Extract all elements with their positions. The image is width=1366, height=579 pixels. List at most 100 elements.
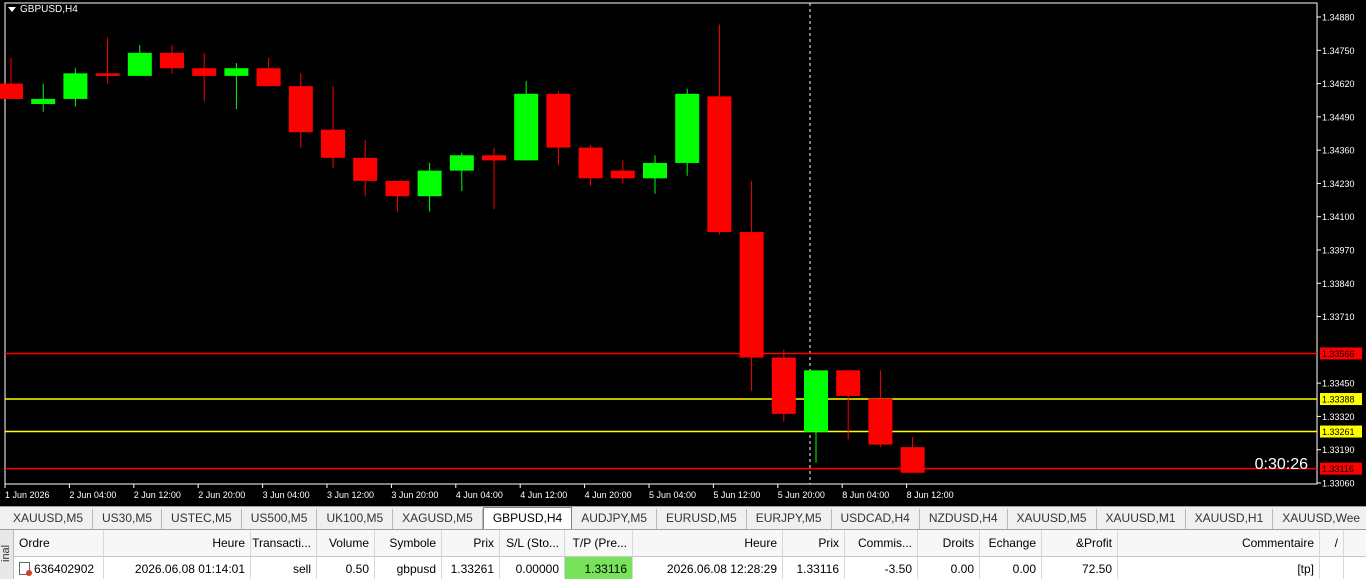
chart-tab-audjpy-m5[interactable]: AUDJPY,M5 <box>572 509 657 529</box>
candle-bull <box>127 52 152 76</box>
column-header[interactable]: Prix <box>442 530 500 556</box>
cell-value: [tp] <box>1297 561 1314 576</box>
x-tick-label: 3 Jun 12:00 <box>327 490 374 500</box>
x-tick-label: 4 Jun 12:00 <box>520 490 567 500</box>
table-cell: 2026.06.08 12:28:29 <box>633 557 783 579</box>
chart-tab-us30-m5[interactable]: US30,M5 <box>93 509 163 529</box>
candle-bear <box>192 68 217 76</box>
chart-tab-nzdusd-h4[interactable]: NZDUSD,H4 <box>920 509 1008 529</box>
y-tick-label: 1.34490 <box>1322 112 1355 122</box>
y-tick-label: 1.34620 <box>1322 79 1355 89</box>
candle-bear <box>482 155 506 161</box>
y-tick-label: 1.33190 <box>1322 445 1355 455</box>
y-tick-label: 1.34230 <box>1322 179 1355 189</box>
column-header[interactable]: Transacti... <box>251 530 317 556</box>
order-document-icon <box>19 562 32 576</box>
table-row[interactable]: 636402902 2026.06.08 01:14:01 sell 0.50 gbpu… <box>14 557 1366 579</box>
y-tick-label: 1.33450 <box>1322 379 1355 389</box>
cell-value: 0.50 <box>345 561 369 576</box>
candle-bear <box>288 86 313 133</box>
cell-value: 0.00 <box>950 561 974 576</box>
chart-tab-eurjpy-m5[interactable]: EURJPY,M5 <box>747 509 832 529</box>
cell-value: -3.50 <box>884 561 912 576</box>
column-header[interactable]: / <box>1320 530 1344 556</box>
x-tick-label: 3 Jun 04:00 <box>263 490 310 500</box>
candle-bear <box>578 147 603 179</box>
x-tick-label: 3 Jun 20:00 <box>391 490 438 500</box>
table-cell: 0.50 <box>317 557 375 579</box>
x-tick-label: 2 Jun 04:00 <box>69 490 116 500</box>
column-header[interactable]: Commis... <box>845 530 918 556</box>
y-tick-label: 1.34100 <box>1322 212 1355 222</box>
table-cell: sell <box>251 557 317 579</box>
table-header: Ordre Heure Transacti... Volume Symbole Prix S… <box>14 530 1366 557</box>
chart-tab-uk100-m5[interactable]: UK100,M5 <box>317 509 394 529</box>
x-tick-label: 4 Jun 04:00 <box>456 490 503 500</box>
y-tick-label: 1.34360 <box>1322 146 1355 156</box>
terminal-panel: inal Ordre Heure Transacti... Volume Symbole… <box>0 529 1366 579</box>
x-tick-label: 5 Jun 20:00 <box>778 490 825 500</box>
terminal-side-label[interactable]: inal <box>0 530 14 579</box>
chart-tab-usdcad-h4[interactable]: USDCAD,H4 <box>832 509 920 529</box>
cell-value: sell <box>292 561 311 576</box>
column-header[interactable]: Commentaire <box>1118 530 1320 556</box>
column-header[interactable]: Symbole <box>375 530 442 556</box>
chart-tab-xauusd-m5[interactable]: XAUUSD,M5 <box>4 509 94 529</box>
table-cell <box>1320 557 1344 579</box>
candle-bear <box>610 170 635 179</box>
price-level-label: 1.33388 <box>1322 395 1355 405</box>
cell-value: gbpusd <box>396 561 436 576</box>
chart-tab-eurusd-m5[interactable]: EURUSD,M5 <box>657 509 747 529</box>
column-header[interactable]: Heure <box>633 530 783 556</box>
column-header[interactable]: Prix <box>783 530 845 556</box>
cell-value: 1.33261 <box>450 561 494 576</box>
y-tick-label: 1.33060 <box>1322 479 1355 489</box>
x-tick-label: 4 Jun 20:00 <box>585 490 632 500</box>
chart-tab-xauusd-m5[interactable]: XAUUSD,M5 <box>1008 509 1097 529</box>
chart-tab-xagusd-m5[interactable]: XAGUSD,M5 <box>393 509 483 529</box>
cell-value: 636402902 <box>34 561 95 576</box>
dropdown-triangle-icon[interactable] <box>8 7 16 12</box>
chart-tab-us500-m5[interactable]: US500,M5 <box>242 509 318 529</box>
candlestick-chart[interactable]: 1.34880 1.34750 1.34620 1.34490 1.34360 1.342… <box>0 0 1366 506</box>
candle-bull <box>449 155 474 171</box>
table-cell: -3.50 <box>845 557 918 579</box>
chart-tab-xauusd-m1[interactable]: XAUUSD,M1 <box>1097 509 1186 529</box>
column-header[interactable]: Volume <box>317 530 375 556</box>
cell-value: 1.33116 <box>584 561 628 576</box>
column-header[interactable]: Droits <box>918 530 980 556</box>
chart-tab-ustec-m5[interactable]: USTEC,M5 <box>162 509 242 529</box>
x-tick-label: 2 Jun 12:00 <box>134 490 181 500</box>
table-cell: 1.33116 <box>783 557 845 579</box>
table-cell: 2026.06.08 01:14:01 <box>104 557 251 579</box>
chart-window[interactable]: 1.34880 1.34750 1.34620 1.34490 1.34360 1.342… <box>0 0 1366 506</box>
chart-tab-gbpusd-h4[interactable]: GBPUSD,H4 <box>482 507 573 529</box>
chart-tab-xauusd-wee[interactable]: XAUUSD,Wee <box>1273 509 1366 529</box>
candle-bull <box>514 93 539 161</box>
table-cell: 1.33116 <box>565 557 633 579</box>
chart-tab-bar: XAUUSD,M5 US30,M5 USTEC,M5 US500,M5 UK100,M5… <box>0 506 1366 529</box>
candle-bear <box>385 180 410 197</box>
candle-bear <box>321 129 345 158</box>
chart-tab-xauusd-h1[interactable]: XAUUSD,H1 <box>1186 509 1274 529</box>
cell-value: 72.50 <box>1081 561 1112 576</box>
y-tick-label: 1.34750 <box>1322 46 1355 56</box>
column-header[interactable]: Heure <box>104 530 251 556</box>
candle-bear <box>868 398 893 445</box>
column-header[interactable]: Echange <box>980 530 1042 556</box>
cell-value: 2026.06.08 01:14:01 <box>134 561 245 576</box>
column-header[interactable]: T/P (Pre... <box>565 530 633 556</box>
cell-value: 0.00000 <box>515 561 559 576</box>
candle-bear <box>95 73 120 76</box>
x-tick-label: 5 Jun 04:00 <box>649 490 696 500</box>
column-header[interactable]: S/L (Sto... <box>500 530 565 556</box>
column-header[interactable]: Ordre <box>14 530 104 556</box>
candle-bull <box>31 98 56 105</box>
candle-bear <box>836 370 861 396</box>
candle-bear <box>0 83 23 99</box>
column-header[interactable]: &Profit <box>1042 530 1118 556</box>
candle-bull <box>63 73 88 99</box>
candle-bear <box>739 232 764 358</box>
x-tick-label: 5 Jun 12:00 <box>713 490 760 500</box>
price-level-label: 1.33566 <box>1322 349 1355 359</box>
